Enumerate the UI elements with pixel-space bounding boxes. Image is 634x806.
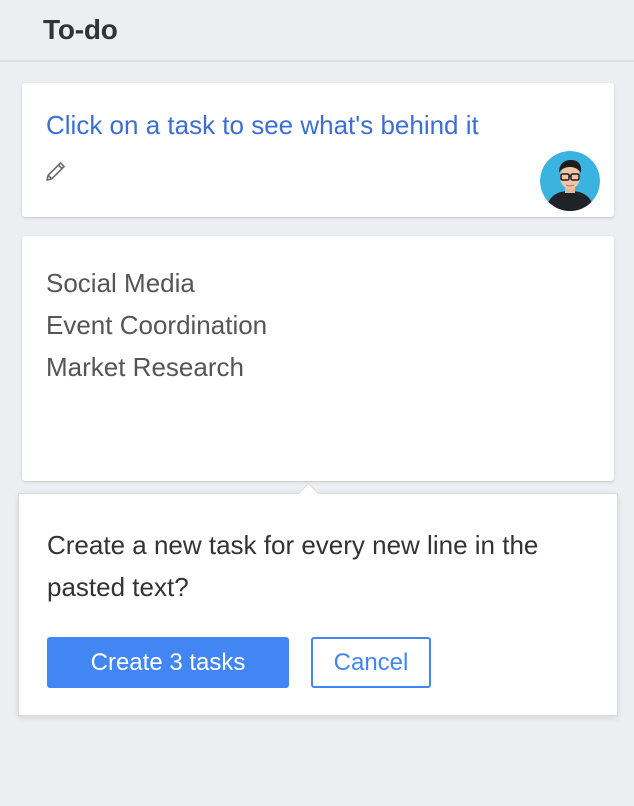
pasted-lines: Social Media Event Coordination Market R… — [46, 262, 267, 388]
task-title[interactable]: Click on a task to see what's behind it — [46, 110, 479, 141]
create-tasks-button[interactable]: Create 3 tasks — [47, 637, 289, 688]
pasted-line: Social Media — [46, 268, 195, 298]
popover-message: Create a new task for every new line in … — [47, 530, 539, 602]
task-card[interactable]: Click on a task to see what's behind it — [22, 83, 614, 217]
avatar[interactable] — [540, 151, 600, 211]
pencil-icon[interactable] — [44, 159, 68, 183]
pasted-line: Market Research — [46, 352, 244, 382]
page-title: To-do — [43, 14, 118, 45]
popover-arrow — [297, 482, 320, 505]
pasted-line: Event Coordination — [46, 310, 268, 340]
header-bar: To-do — [0, 0, 634, 62]
pasted-text-area[interactable]: Social Media Event Coordination Market R… — [22, 236, 614, 481]
cancel-button[interactable]: Cancel — [311, 637, 431, 688]
create-tasks-popover: Create a new task for every new line in … — [18, 482, 618, 716]
